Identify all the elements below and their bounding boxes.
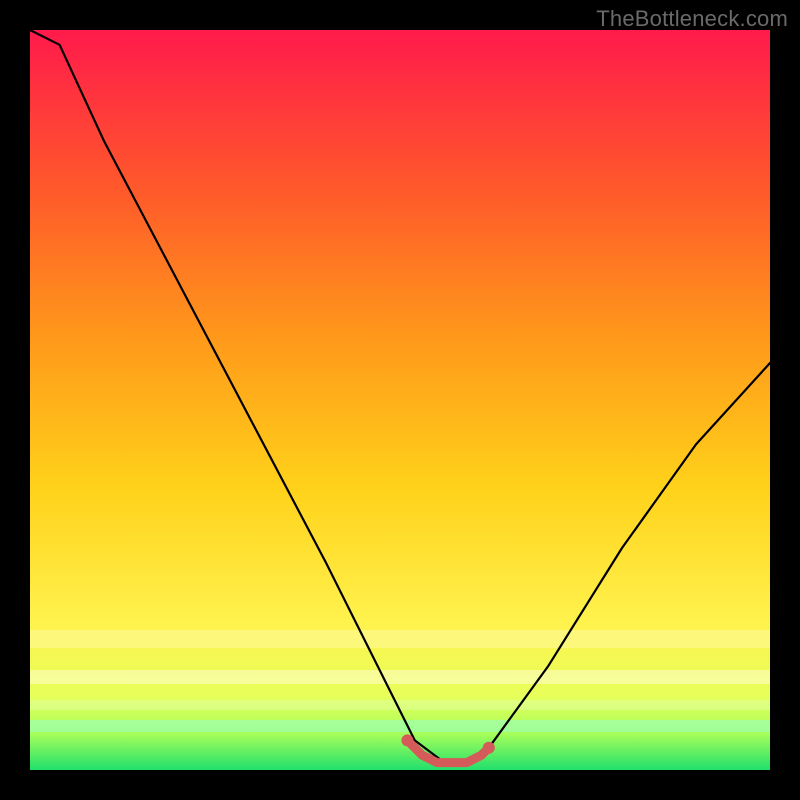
chart-frame: TheBottleneck.com	[0, 0, 800, 800]
watermark-text: TheBottleneck.com	[596, 6, 788, 32]
band-light-2	[30, 670, 770, 684]
chart-svg	[30, 30, 770, 770]
band-light-1	[30, 630, 770, 648]
band-green-1	[30, 720, 770, 732]
plot-area	[30, 30, 770, 770]
optimal-range-start-dot	[401, 734, 413, 746]
optimal-range-end-dot	[483, 742, 495, 754]
gradient-background	[30, 30, 770, 770]
